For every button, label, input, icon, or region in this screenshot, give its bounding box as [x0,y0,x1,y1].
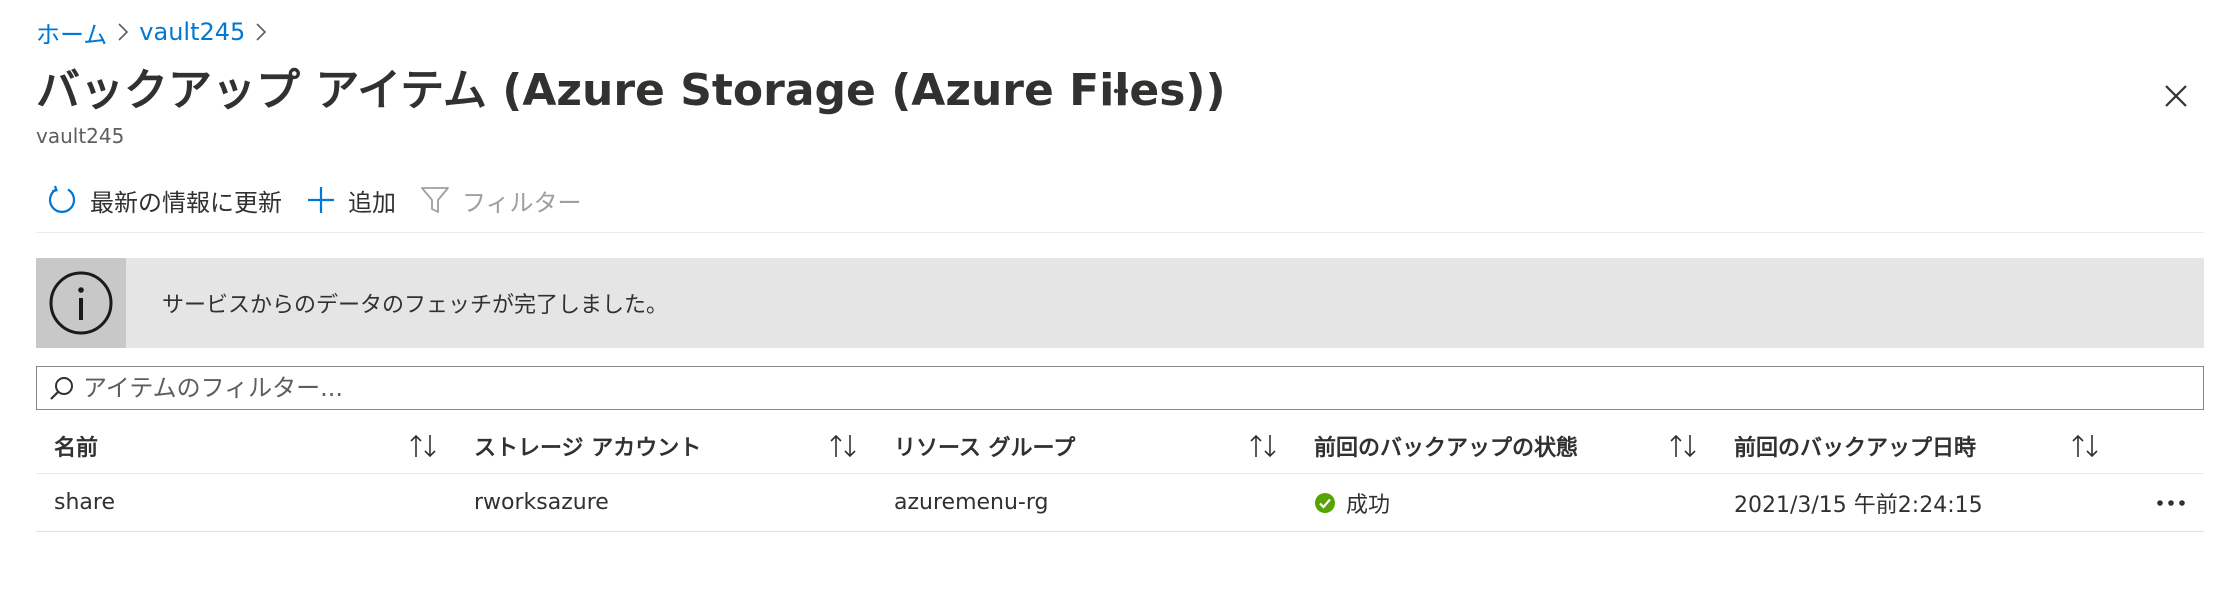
chevron-right-icon [245,14,277,50]
filter-label: フィルター [462,188,582,217]
sort-icon[interactable] [828,433,858,459]
storage-account: rworksazure [474,490,609,515]
row-more-button[interactable] [2156,499,2186,507]
cell-name: share [36,474,456,531]
add-label: 追加 [348,188,396,217]
sort-icon[interactable] [1668,433,1698,459]
plus-icon [308,187,334,213]
item-filter-box [36,366,2204,410]
table-row[interactable]: share rworksazure azuremenu-rg 成功 2021/3… [36,474,2204,532]
info-icon-container [36,258,126,348]
cell-resource-group: azuremenu-rg [876,474,1296,531]
column-header-last-backup-time[interactable]: 前回のバックアップ日時 [1716,418,2204,473]
cell-storage-account: rworksazure [456,474,876,531]
backup-items-grid: 名前 ストレージ アカウント リソース グループ 前回のバックアップの状態 前回… [36,418,2204,532]
page-subtitle: vault245 [36,124,125,148]
cell-last-backup: 2021/3/15 午前2:24:15 [1716,474,2204,531]
sort-icon[interactable] [1248,433,1278,459]
breadcrumb-home-link[interactable]: ホーム [36,15,107,50]
refresh-icon [48,185,76,213]
grid-header-row: 名前 ストレージ アカウント リソース グループ 前回のバックアップの状態 前回… [36,418,2204,474]
last-backup-time: 2021/3/15 午前2:24:15 [1734,492,1983,518]
ellipsis-icon [1103,88,1129,94]
add-button[interactable]: 追加 [296,176,410,224]
resource-group: azuremenu-rg [894,490,1049,515]
column-header-label: 名前 [54,435,99,461]
filter-button[interactable]: フィルター [410,176,596,224]
column-header-name[interactable]: 名前 [36,418,456,473]
info-icon [49,271,113,335]
filter-icon [421,187,449,213]
page-title: バックアップ アイテム (Azure Storage (Azure Files)… [36,65,1226,116]
breadcrumb-vault-link[interactable]: vault245 [139,18,245,46]
close-icon [2165,85,2187,107]
column-header-resource-group[interactable]: リソース グループ [876,418,1296,473]
refresh-button[interactable]: 最新の情報に更新 [36,176,296,224]
info-banner: サービスからのデータのフェッチが完了しました。 [36,258,2204,348]
close-button[interactable] [2154,74,2198,118]
refresh-label: 最新の情報に更新 [90,188,282,217]
item-filter-input[interactable] [83,374,2183,402]
column-header-storage-account[interactable]: ストレージ アカウント [456,418,876,473]
search-icon [50,377,73,400]
sort-icon[interactable] [2070,433,2100,459]
status-text: 成功 [1346,492,1391,518]
column-header-label: 前回のバックアップ日時 [1734,435,1977,461]
item-name: share [54,490,115,515]
info-banner-text: サービスからのデータのフェッチが完了しました。 [162,293,669,318]
column-header-last-backup-status[interactable]: 前回のバックアップの状態 [1296,418,1716,473]
breadcrumb: ホーム vault245 [36,14,277,50]
chevron-right-icon [107,14,139,50]
more-options-button[interactable] [1096,76,1136,106]
column-header-label: ストレージ アカウント [474,435,702,461]
column-header-label: 前回のバックアップの状態 [1314,435,1579,461]
sort-icon[interactable] [408,433,438,459]
column-header-label: リソース グループ [894,435,1076,461]
success-check-icon [1315,492,1335,513]
cell-status: 成功 [1296,474,1716,531]
ellipsis-icon [2157,499,2185,506]
status-badge: 成功 [1314,487,1390,519]
command-bar: 最新の情報に更新 追加 フィルター [36,176,596,224]
toolbar-divider [36,232,2204,233]
